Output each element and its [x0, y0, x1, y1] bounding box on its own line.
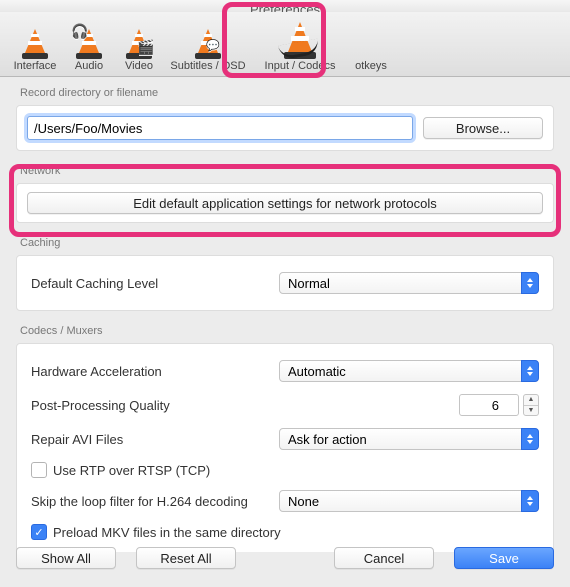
group-network: Network Edit default application setting… — [16, 165, 554, 223]
reset-all-button[interactable]: Reset All — [136, 547, 236, 569]
tab-input-codecs[interactable]: Input / Codecs — [254, 12, 346, 76]
pp-quality-label: Post-Processing Quality — [31, 398, 170, 413]
caching-level-select[interactable]: Normal — [279, 272, 539, 294]
tab-interface[interactable]: Interface — [6, 12, 64, 76]
rtp-checkbox-label: Use RTP over RTSP (TCP) — [53, 463, 210, 478]
tab-video[interactable]: 🎬 Video — [114, 12, 164, 76]
vlc-codecs-icon — [283, 19, 317, 59]
vlc-icon — [21, 25, 49, 59]
tab-hotkeys[interactable]: otkeys — [346, 12, 396, 76]
select-arrows-icon — [521, 490, 539, 512]
group-network-title: Network — [16, 165, 554, 177]
select-arrows-icon — [521, 428, 539, 450]
group-caching-title: Caching — [16, 237, 554, 249]
content-area: Record directory or filename Browse... N… — [0, 77, 570, 552]
rtp-checkbox[interactable]: Use RTP over RTSP (TCP) — [31, 462, 210, 478]
tab-audio[interactable]: 🎧 Audio — [64, 12, 114, 76]
group-codecs-title: Codecs / Muxers — [16, 325, 554, 337]
group-codecs: Codecs / Muxers Hardware Acceleration Au… — [16, 325, 554, 552]
tab-subtitles-label: Subtitles / OSD — [170, 60, 245, 72]
select-arrows-icon — [521, 360, 539, 382]
network-settings-button[interactable]: Edit default application settings for ne… — [27, 192, 543, 214]
select-arrows-icon — [521, 272, 539, 294]
pp-quality-input[interactable] — [459, 394, 519, 416]
cancel-button[interactable]: Cancel — [334, 547, 434, 569]
toolbar: Interface 🎧 Audio 🎬 Video 💬 Subtitles / … — [0, 12, 570, 77]
vlc-audio-icon: 🎧 — [75, 25, 103, 59]
skip-loop-label: Skip the loop filter for H.264 decoding — [31, 494, 248, 509]
hw-accel-select[interactable]: Automatic — [279, 360, 539, 382]
group-caching: Caching Default Caching Level Normal — [16, 237, 554, 311]
caching-level-select-wrap: Normal — [279, 272, 539, 294]
checkbox-icon — [31, 462, 47, 478]
record-path-input[interactable] — [27, 116, 413, 140]
browse-button[interactable]: Browse... — [423, 117, 543, 139]
group-record: Record directory or filename Browse... — [16, 87, 554, 151]
tab-codecs-label: Input / Codecs — [265, 60, 336, 72]
group-record-title: Record directory or filename — [16, 87, 554, 99]
save-button[interactable]: Save — [454, 547, 554, 569]
vlc-video-icon: 🎬 — [125, 25, 153, 59]
repair-avi-select[interactable]: Ask for action — [279, 428, 539, 450]
repair-avi-label: Repair AVI Files — [31, 432, 123, 447]
show-all-button[interactable]: Show All — [16, 547, 116, 569]
vlc-subtitles-icon: 💬 — [194, 25, 222, 59]
hw-accel-label: Hardware Acceleration — [31, 364, 162, 379]
tab-interface-label: Interface — [14, 60, 57, 72]
window-title: Preferences — [0, 0, 570, 12]
pp-quality-stepper[interactable]: ▲▼ — [523, 394, 539, 416]
caching-level-label: Default Caching Level — [31, 276, 158, 291]
skip-loop-select[interactable]: None — [279, 490, 539, 512]
tab-audio-label: Audio — [75, 60, 103, 72]
tab-video-label: Video — [125, 60, 153, 72]
tab-hotkeys-label: otkeys — [355, 60, 387, 72]
tab-subtitles[interactable]: 💬 Subtitles / OSD — [164, 12, 252, 76]
footer: Show All Reset All Cancel Save — [0, 537, 570, 587]
